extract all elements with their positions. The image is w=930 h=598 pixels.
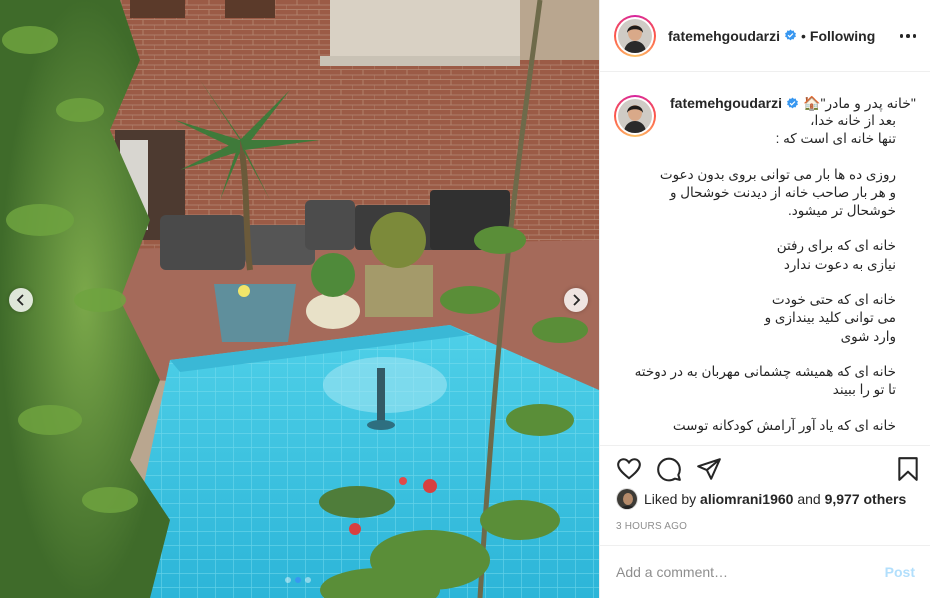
caption-line: خانه ای که حتی خودت [771, 292, 896, 308]
caption-line [670, 400, 896, 417]
carousel-indicator [285, 577, 311, 583]
caption-line [670, 274, 896, 291]
caption-line [670, 149, 896, 166]
caption-line: وارد شوی [840, 328, 896, 344]
caption-line: خانه ای که یاد آور آرامش کودکانه توست [672, 417, 896, 433]
following-button[interactable]: Following [810, 28, 875, 44]
verified-badge-icon [787, 97, 798, 109]
caption-text: fatemehgoudarzi "خانه پدر و مادر"🏠 بعد ا… [634, 95, 917, 435]
chevron-left-icon [16, 294, 24, 306]
caption-line: می توانی کلید بیندازی و [764, 310, 896, 326]
more-dot [906, 34, 910, 38]
carousel-dot [305, 577, 311, 583]
header-separator: • [801, 27, 806, 44]
garden-courtyard-photo [0, 0, 599, 598]
caption-lines: بعد از خانه خدا، تنها خانه ای است که : روز… [634, 112, 917, 435]
more-dot [912, 34, 917, 38]
caption-line: تا تو را ببیند [832, 382, 896, 398]
user-portrait-icon [617, 489, 637, 509]
caption-line: خانه ای که همیشه چشمانی مهربان به در دوخ… [634, 363, 896, 379]
next-slide-button[interactable] [564, 288, 588, 312]
comment-input[interactable] [616, 564, 885, 580]
caption-line: نیازی به دعوت ندارد [783, 256, 896, 272]
caption-line: تنها خانه ای است که : [775, 131, 896, 147]
likes-and: and [797, 491, 821, 507]
more-horizontal-icon [899, 34, 904, 38]
liker-avatar[interactable] [616, 488, 638, 510]
chevron-right-icon [573, 294, 581, 306]
caption-line: خانه ای که برای رفتن [776, 238, 896, 254]
more-options-button[interactable] [898, 26, 918, 46]
caption-line: خوشحال تر میشود. [787, 203, 896, 219]
post-media[interactable] [0, 0, 599, 598]
caption-first-line: "خانه پدر و مادر"🏠 [803, 95, 916, 111]
post-panel: fatemehgoudarzi • Following fatemehgouda… [599, 0, 930, 598]
caption-line: بعد از خانه خدا، [810, 113, 896, 128]
verified-badge-icon [785, 29, 796, 41]
heart-icon[interactable] [616, 456, 642, 482]
carousel-dot [285, 577, 291, 583]
likes-prefix: Liked by [644, 491, 697, 507]
post-timestamp[interactable]: 3 HOURS AGO [616, 521, 687, 532]
caption-line: روزی ده ها بار می توانی بروی بدون دعوت [659, 166, 896, 182]
bookmark-icon[interactable] [895, 456, 921, 482]
caption: fatemehgoudarzi "خانه پدر و مادر"🏠 بعد ا… [614, 95, 917, 435]
caption-head: fatemehgoudarzi "خانه پدر و مادر"🏠 [670, 95, 917, 112]
action-bar [600, 445, 930, 493]
user-portrait-icon [618, 99, 652, 133]
previous-slide-button[interactable] [9, 288, 33, 312]
post-header: fatemehgoudarzi • Following [600, 0, 930, 72]
avatar[interactable] [614, 14, 656, 57]
likes-others-count[interactable]: 9,977 others [825, 491, 907, 507]
carousel-dot-active [295, 577, 301, 583]
header-username[interactable]: fatemehgoudarzi [668, 28, 780, 44]
liker-username[interactable]: aliomrani1960 [700, 491, 793, 507]
add-comment-bar: Post [600, 545, 930, 598]
comments-area[interactable]: fatemehgoudarzi "خانه پدر و مادر"🏠 بعد ا… [600, 73, 930, 445]
likes-summary: Liked by aliomrani1960 and 9,977 others [616, 488, 906, 510]
user-portrait-icon [618, 18, 652, 53]
comment-icon[interactable] [656, 456, 682, 482]
caption-line: و هر بار صاحب خانه از دیدنت خوشحال و [669, 184, 896, 200]
caption-line [670, 220, 896, 237]
share-icon[interactable] [696, 456, 722, 482]
caption-username[interactable]: fatemehgoudarzi [670, 95, 782, 112]
caption-avatar[interactable] [614, 95, 656, 137]
post-comment-button[interactable]: Post [885, 564, 915, 580]
caption-line [670, 346, 896, 363]
